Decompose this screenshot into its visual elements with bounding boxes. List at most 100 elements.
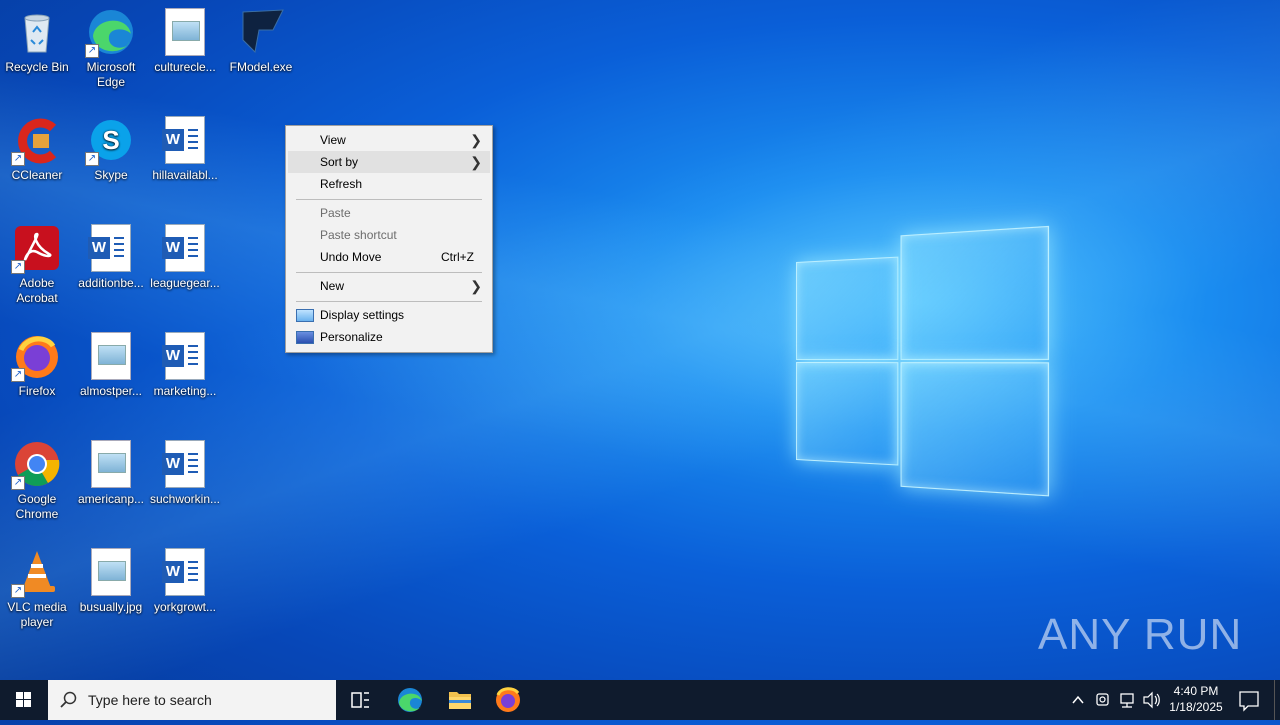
acrobat-icon: ↗ <box>13 224 61 272</box>
desktop-icon-image-file[interactable]: americanp... <box>74 434 148 507</box>
desktop-icon-label: Recycle Bin <box>0 60 74 75</box>
desktop-context-menu: View ❯ Sort by ❯ Refresh Paste Paste sho… <box>285 125 493 353</box>
image-file-icon <box>87 548 135 596</box>
chevron-right-icon: ❯ <box>470 275 482 297</box>
taskbar-file-explorer[interactable] <box>436 680 484 720</box>
menu-separator <box>296 272 482 273</box>
svg-text:S: S <box>102 125 119 155</box>
desktop-icon-google-chrome[interactable]: ↗ Google Chrome <box>0 434 74 522</box>
desktop-icon-ccleaner[interactable]: ↗ CCleaner <box>0 110 74 183</box>
taskbar-search-box[interactable]: Type here to search <box>48 680 336 720</box>
menu-separator <box>296 199 482 200</box>
show-hidden-icons-button[interactable] <box>1068 680 1088 720</box>
action-center-button[interactable] <box>1234 680 1264 720</box>
desktop-icon-label: yorkgrowt... <box>148 600 222 615</box>
desktop-icon-word-doc[interactable]: W yorkgrowt... <box>148 542 222 615</box>
chevron-up-icon <box>1068 680 1088 720</box>
menu-item-refresh[interactable]: Refresh <box>288 173 490 195</box>
menu-item-view[interactable]: View ❯ <box>288 129 490 151</box>
taskbar-edge[interactable] <box>386 680 434 720</box>
vlc-icon: ↗ <box>13 548 61 596</box>
webcam-icon <box>1092 680 1114 720</box>
menu-item-undo-move[interactable]: Undo Move Ctrl+Z <box>288 246 490 268</box>
notification-icon <box>1234 680 1264 720</box>
network-icon <box>1116 680 1138 720</box>
desktop-icon-word-doc[interactable]: W leaguegear... <box>148 218 222 291</box>
menu-item-paste[interactable]: Paste <box>288 202 490 224</box>
desktop-icon-label: culturecle... <box>148 60 222 75</box>
desktop-icon-vlc[interactable]: ↗ VLC media player <box>0 542 74 630</box>
desktop-icon-label: VLC media player <box>0 600 74 630</box>
task-view-button[interactable] <box>336 680 384 720</box>
chrome-icon: ↗ <box>13 440 61 488</box>
recycle-bin-icon <box>13 8 61 56</box>
desktop-icon-label: busually.jpg <box>74 600 148 615</box>
menu-item-label: Paste <box>320 202 351 224</box>
chevron-right-icon: ❯ <box>470 151 482 173</box>
menu-item-personalize[interactable]: Personalize <box>288 326 490 348</box>
desktop-icon-word-doc[interactable]: W marketing... <box>148 326 222 399</box>
desktop-icon-firefox[interactable]: ↗ Firefox <box>0 326 74 399</box>
firefox-icon <box>484 680 532 720</box>
desktop-icon-label: almostper... <box>74 384 148 399</box>
taskbar-firefox[interactable] <box>484 680 532 720</box>
image-file-icon <box>87 440 135 488</box>
desktop-icon-label: hillavailabl... <box>148 168 222 183</box>
edge-icon <box>386 680 434 720</box>
word-doc-icon: W <box>161 332 209 380</box>
word-doc-icon: W <box>161 440 209 488</box>
desktop-icon-label: Firefox <box>0 384 74 399</box>
tray-meet-now[interactable] <box>1092 680 1114 720</box>
personalize-icon <box>296 331 314 344</box>
taskbar: Type here to search 4:40 PM 1/18/2025 <box>0 680 1280 720</box>
menu-item-label: Sort by <box>320 151 358 173</box>
menu-item-label: View <box>320 129 346 151</box>
menu-item-new[interactable]: New ❯ <box>288 275 490 297</box>
desktop-icon-label: Adobe Acrobat <box>0 276 74 306</box>
desktop-icon-label: americanp... <box>74 492 148 507</box>
desktop-icon-word-doc[interactable]: W hillavailabl... <box>148 110 222 183</box>
desktop-icon-label: suchworkin... <box>148 492 222 507</box>
clock-time: 4:40 PM <box>1158 683 1234 699</box>
desktop-icon-microsoft-edge[interactable]: ↗ Microsoft Edge <box>74 2 148 90</box>
taskbar-clock[interactable]: 4:40 PM 1/18/2025 <box>1158 683 1234 715</box>
image-file-icon <box>161 8 209 56</box>
fmodel-icon <box>237 8 285 56</box>
desktop-icon-word-doc[interactable]: W additionbe... <box>74 218 148 291</box>
desktop-icon-skype[interactable]: S ↗ Skype <box>74 110 148 183</box>
search-placeholder: Type here to search <box>88 692 212 708</box>
display-settings-icon <box>296 309 314 322</box>
desktop-icon-label: marketing... <box>148 384 222 399</box>
windows-start-icon <box>0 680 48 720</box>
menu-item-sort-by[interactable]: Sort by ❯ <box>288 151 490 173</box>
menu-item-paste-shortcut[interactable]: Paste shortcut <box>288 224 490 246</box>
word-doc-icon: W <box>161 224 209 272</box>
desktop-icon-image-file[interactable]: busually.jpg <box>74 542 148 615</box>
word-doc-icon: W <box>87 224 135 272</box>
show-desktop-button[interactable] <box>1274 680 1280 720</box>
windows-wallpaper-logo <box>796 226 1047 494</box>
image-file-icon <box>87 332 135 380</box>
menu-item-label: Paste shortcut <box>320 224 397 246</box>
menu-item-shortcut: Ctrl+Z <box>441 246 474 268</box>
menu-item-display-settings[interactable]: Display settings <box>288 304 490 326</box>
desktop-icon-label: leaguegear... <box>148 276 222 291</box>
menu-item-label: Display settings <box>320 304 404 326</box>
desktop-icon-image-file[interactable]: culturecle... <box>148 2 222 75</box>
desktop-icon-recycle-bin[interactable]: Recycle Bin <box>0 2 74 75</box>
desktop-icon-word-doc[interactable]: W suchworkin... <box>148 434 222 507</box>
firefox-icon: ↗ <box>13 332 61 380</box>
desktop-icon-adobe-acrobat[interactable]: ↗ Adobe Acrobat <box>0 218 74 306</box>
menu-item-label: Undo Move <box>320 246 381 268</box>
word-doc-icon: W <box>161 548 209 596</box>
menu-separator <box>296 301 482 302</box>
ccleaner-icon: ↗ <box>13 116 61 164</box>
tray-network[interactable] <box>1116 680 1138 720</box>
edge-icon: ↗ <box>87 8 135 56</box>
start-button[interactable] <box>0 680 48 720</box>
desktop-icon-image-file[interactable]: almostper... <box>74 326 148 399</box>
desktop-icon-fmodel[interactable]: FModel.exe <box>224 2 298 75</box>
clock-date: 1/18/2025 <box>1158 699 1234 715</box>
chevron-right-icon: ❯ <box>470 129 482 151</box>
desktop-icon-label: Google Chrome <box>0 492 74 522</box>
